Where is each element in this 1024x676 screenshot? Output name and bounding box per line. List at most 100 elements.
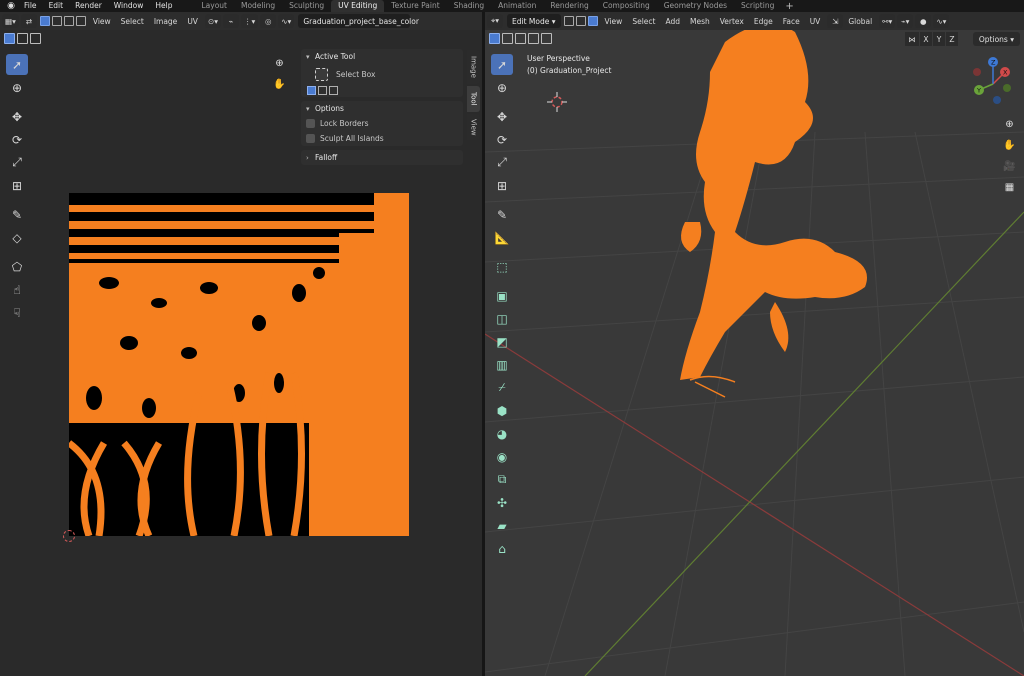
add-cube-tool-icon[interactable]: ⬚	[491, 256, 513, 277]
proportional-edit-icon[interactable]: ●	[915, 14, 932, 28]
cursor-tool-icon[interactable]: ⊕	[6, 77, 28, 98]
poly-build-tool-icon[interactable]: ⬢	[491, 400, 513, 421]
vp-menu-select[interactable]: Select	[627, 17, 660, 26]
vp-menu-mesh[interactable]: Mesh	[685, 17, 715, 26]
uv-sync-selection-icon[interactable]: ⇄	[20, 14, 37, 28]
vp-menu-view[interactable]: View	[600, 17, 628, 26]
vp-menu-edge[interactable]: Edge	[749, 17, 778, 26]
mode-subtract-icon[interactable]	[329, 86, 338, 95]
orientation-icon[interactable]: ⇲	[827, 14, 844, 28]
select-subtract-icon[interactable]	[515, 32, 526, 44]
perspective-grid-icon[interactable]: ▦	[1001, 179, 1018, 196]
move-tool-icon[interactable]: ✥	[6, 106, 28, 127]
uv-menu-uv[interactable]: UV	[182, 17, 203, 26]
tab-shading[interactable]: Shading	[447, 0, 491, 12]
move-tool-icon[interactable]: ✥	[491, 106, 513, 127]
menu-help[interactable]: Help	[149, 0, 178, 12]
face-select-icon[interactable]	[63, 16, 74, 26]
scale-tool-icon[interactable]: ⤢	[491, 152, 513, 173]
vp-menu-face[interactable]: Face	[778, 17, 805, 26]
plant-mesh[interactable]	[680, 24, 867, 380]
tab-view[interactable]: View	[467, 114, 480, 140]
vertex-select-icon[interactable]	[39, 16, 50, 26]
rotate-tool-icon[interactable]: ⟳	[491, 129, 513, 150]
pinch-sculpt-tool-icon[interactable]: ☟	[6, 302, 28, 323]
measure-tool-icon[interactable]: 📐	[491, 227, 513, 248]
loop-cut-tool-icon[interactable]: ▥	[491, 354, 513, 375]
falloff-header[interactable]: › Falloff	[301, 150, 463, 165]
rip-region-tool-icon[interactable]: ⌂	[491, 538, 513, 559]
options-dropdown[interactable]: Options ▾	[972, 32, 1020, 46]
options-header[interactable]: ▾ Options	[301, 101, 463, 116]
pivot-point-icon[interactable]: ⚯▾	[879, 14, 896, 28]
grab-sculpt-tool-icon[interactable]: ⬠	[6, 256, 28, 277]
tab-layout[interactable]: Layout	[194, 0, 234, 12]
edge-select-icon[interactable]	[51, 16, 62, 26]
scale-tool-icon[interactable]: ⤢	[6, 152, 28, 173]
proportional-falloff-icon[interactable]: ∿▾	[278, 14, 295, 28]
cursor-tool-icon[interactable]: ⊕	[491, 77, 513, 98]
uv-menu-image[interactable]: Image	[149, 17, 183, 26]
mirror-x-button[interactable]: X	[920, 32, 932, 46]
island-select-icon[interactable]	[75, 16, 86, 26]
rotate-tool-icon[interactable]: ⟳	[6, 129, 28, 150]
tab-scripting[interactable]: Scripting	[734, 0, 781, 12]
vp-menu-vertex[interactable]: Vertex	[715, 17, 749, 26]
select-new-icon[interactable]	[489, 32, 500, 44]
extrude-tool-icon[interactable]: ▣	[491, 285, 513, 306]
inset-tool-icon[interactable]: ◫	[491, 308, 513, 329]
sculpt-all-islands-option[interactable]: Sculpt All Islands	[301, 131, 463, 146]
spin-tool-icon[interactable]: ◕	[491, 423, 513, 444]
tab-compositing[interactable]: Compositing	[596, 0, 657, 12]
mode-new-icon[interactable]	[307, 86, 316, 95]
blender-logo-icon[interactable]: ◉	[4, 0, 18, 12]
3d-cursor-icon[interactable]	[547, 92, 567, 112]
editor-type-button[interactable]: ⌖▾	[487, 14, 503, 28]
shear-tool-icon[interactable]: ▰	[491, 515, 513, 536]
navigation-gizmo[interactable]: X Z Y	[969, 56, 1021, 118]
menu-window[interactable]: Window	[108, 0, 150, 12]
select-box-tool-icon[interactable]: ➚	[491, 54, 513, 75]
relax-sculpt-tool-icon[interactable]: ☝	[6, 279, 28, 300]
select-box-tool-icon[interactable]: ➚	[6, 54, 28, 75]
editor-type-button[interactable]: ▦▾	[2, 14, 19, 28]
menu-edit[interactable]: Edit	[43, 0, 70, 12]
bevel-tool-icon[interactable]: ◩	[491, 331, 513, 352]
lock-borders-checkbox[interactable]	[306, 119, 315, 128]
snap-options-icon[interactable]: ⋮▾	[241, 14, 259, 28]
pan-hand-icon[interactable]: ✋	[1001, 137, 1018, 154]
lock-borders-option[interactable]: Lock Borders	[301, 116, 463, 131]
tab-image[interactable]: Image	[467, 50, 480, 84]
pan-hand-icon[interactable]: ✋	[271, 76, 288, 93]
annotate-tool-icon[interactable]: ✎	[491, 204, 513, 225]
select-invert-icon[interactable]	[528, 32, 539, 44]
tab-tool[interactable]: Tool	[467, 86, 480, 112]
edge-slide-tool-icon[interactable]: ⧉	[491, 469, 513, 490]
mode-extend-icon[interactable]	[318, 86, 327, 95]
falloff-icon[interactable]: ∿▾	[933, 14, 950, 28]
face-mode-icon[interactable]	[587, 16, 598, 26]
mirror-y-button[interactable]: Y	[933, 32, 945, 46]
rip-region-tool-icon[interactable]: ◇	[6, 227, 28, 248]
mirror-z-button[interactable]: Z	[946, 32, 958, 46]
uv-texture-image[interactable]	[69, 193, 409, 536]
menu-render[interactable]: Render	[69, 0, 108, 12]
select-extend-icon[interactable]	[502, 32, 513, 44]
smooth-tool-icon[interactable]: ◉	[491, 446, 513, 467]
snap-icon[interactable]: ⌁	[223, 14, 239, 28]
zoom-icon[interactable]: ⊕	[271, 55, 288, 72]
select-subtract-icon[interactable]	[30, 32, 41, 44]
select-intersect-icon[interactable]	[541, 32, 552, 44]
camera-view-icon[interactable]: 🎥	[1001, 158, 1018, 175]
pivot-icon[interactable]: ⊙▾	[204, 14, 221, 28]
tab-uv-editing[interactable]: UV Editing	[331, 0, 385, 12]
vp-menu-uv[interactable]: UV	[805, 17, 826, 26]
shrink-fatten-tool-icon[interactable]: ✣	[491, 492, 513, 513]
tab-modeling[interactable]: Modeling	[234, 0, 282, 12]
select-extend-icon[interactable]	[17, 32, 28, 44]
sculpt-all-islands-checkbox[interactable]	[306, 134, 315, 143]
tab-geometry-nodes[interactable]: Geometry Nodes	[657, 0, 734, 12]
2d-cursor-icon[interactable]	[63, 530, 75, 542]
zoom-icon[interactable]: ⊕	[1001, 116, 1018, 133]
mode-dropdown[interactable]: Edit Mode ▾	[507, 14, 561, 28]
